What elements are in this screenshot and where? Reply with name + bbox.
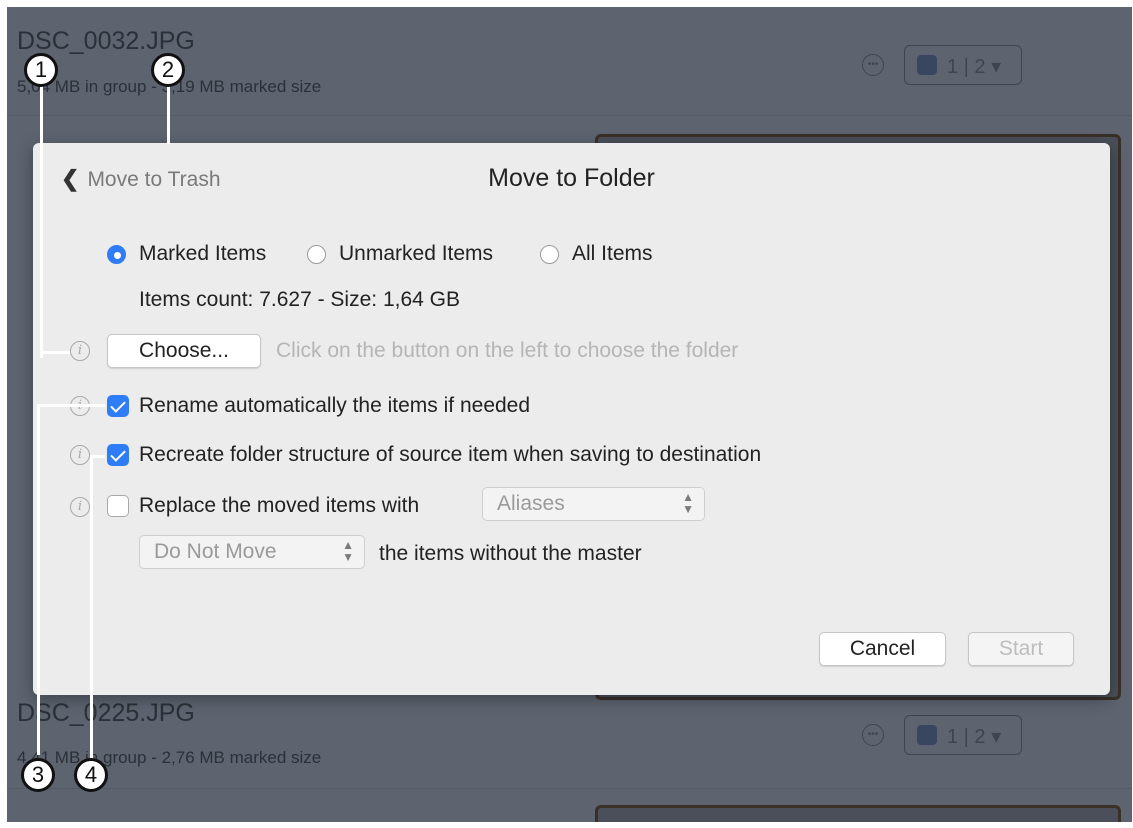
checkbox-icon bbox=[917, 55, 937, 75]
bg-bottom-selector[interactable]: 1 | 2 ▾ bbox=[904, 715, 1022, 755]
callout-4: 4 bbox=[74, 758, 108, 792]
start-button[interactable]: Start bbox=[968, 632, 1074, 666]
rename-label: Rename automatically the items if needed bbox=[139, 394, 531, 417]
recreate-structure-label: Recreate folder structure of source item… bbox=[139, 443, 762, 466]
choose-hint: Click on the button on the left to choos… bbox=[276, 339, 739, 362]
master-popup[interactable]: Do Not Move ▲ ▼ bbox=[139, 535, 365, 569]
bg-bottom-filename: DSC_0225.JPG bbox=[17, 699, 195, 727]
checkbox-icon bbox=[917, 725, 937, 745]
callout-leader-line bbox=[40, 351, 70, 354]
radio-indicator bbox=[307, 245, 326, 264]
separator bbox=[7, 788, 1132, 789]
updown-arrows-icon: ▲ ▼ bbox=[682, 490, 694, 516]
master-suffix: the items without the master bbox=[379, 542, 642, 565]
radio-label: Marked Items bbox=[139, 242, 267, 265]
radio-label: Unmarked Items bbox=[339, 242, 494, 265]
cancel-button[interactable]: Cancel bbox=[819, 632, 946, 666]
recreate-structure-checkbox[interactable] bbox=[107, 444, 129, 466]
callout-leader-line bbox=[37, 405, 40, 755]
bg-bottom-thumbnail bbox=[595, 805, 1121, 822]
replace-label: Replace the moved items with bbox=[139, 494, 420, 517]
callout-leader-line bbox=[90, 455, 93, 760]
more-icon[interactable]: ••• bbox=[862, 724, 884, 746]
move-to-folder-dialog: ❮ Move to Trash Move to Folder Marked Ite… bbox=[33, 143, 1110, 695]
items-info: Items count: 7.627 - Size: 1,64 GB bbox=[139, 288, 460, 311]
radio-indicator bbox=[540, 245, 559, 264]
radio-indicator bbox=[107, 245, 126, 264]
more-icon[interactable]: ••• bbox=[862, 54, 884, 76]
replace-checkbox[interactable] bbox=[107, 495, 129, 517]
updown-arrows-icon: ▲ ▼ bbox=[342, 538, 354, 564]
callout-leader-line bbox=[40, 73, 43, 358]
bg-bottom-subtitle: 4,41 MB in group - 2,76 MB marked size bbox=[17, 748, 322, 767]
callout-leader-line bbox=[90, 455, 105, 458]
dialog-title: Move to Folder bbox=[488, 164, 655, 192]
separator bbox=[7, 115, 1132, 116]
callout-1: 1 bbox=[24, 53, 58, 87]
bg-top-filename: DSC_0032.JPG bbox=[17, 27, 195, 55]
callout-3: 3 bbox=[21, 758, 55, 792]
replace-with-popup[interactable]: Aliases ▲ ▼ bbox=[482, 487, 705, 521]
info-icon[interactable]: i bbox=[70, 341, 90, 361]
callout-leader-line bbox=[37, 404, 105, 407]
info-icon[interactable]: i bbox=[70, 445, 90, 465]
choose-folder-button[interactable]: Choose... bbox=[107, 334, 261, 368]
rename-checkbox[interactable] bbox=[107, 395, 129, 417]
callout-2: 2 bbox=[151, 53, 185, 87]
radio-label: All Items bbox=[572, 242, 653, 265]
bg-top-selector[interactable]: 1 | 2 ▾ bbox=[904, 45, 1022, 85]
info-icon[interactable]: i bbox=[70, 497, 90, 517]
callout-leader-line bbox=[167, 84, 170, 144]
